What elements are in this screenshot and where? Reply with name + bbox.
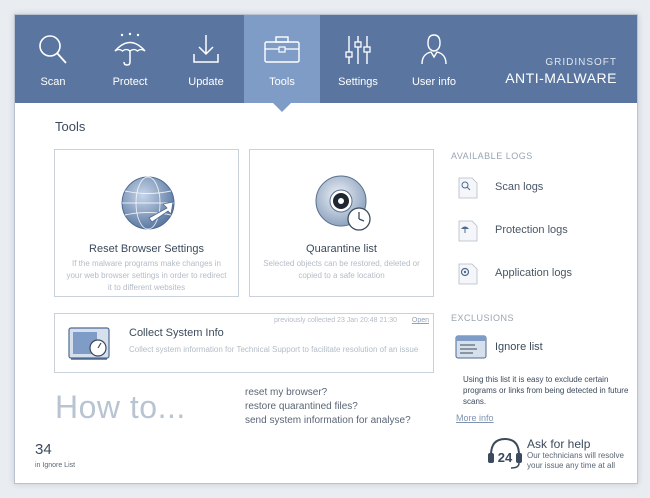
scan-logs-item[interactable]: Scan logs [457, 174, 627, 202]
nav-scan[interactable]: Scan [15, 15, 91, 103]
nav-protect[interactable]: Protect [92, 15, 168, 103]
application-logs-label: Application logs [495, 267, 573, 279]
brand-company: GRIDINSOFT [545, 57, 617, 68]
system-info-icon [68, 327, 110, 360]
how-to-heading: How to... [55, 389, 186, 425]
collect-system-info-card[interactable]: Collect System Info Collect system infor… [54, 313, 434, 373]
nav-settings[interactable]: Settings [320, 15, 396, 103]
nav-settings-label: Settings [338, 76, 378, 88]
available-logs-heading: AVAILABLE LOGS [451, 151, 533, 161]
nav-update-label: Update [188, 76, 224, 88]
nav-update[interactable]: Update [168, 15, 244, 103]
nav-scan-label: Scan [40, 76, 66, 88]
sliders-icon [345, 36, 371, 64]
quarantine-title: Quarantine list [306, 243, 377, 255]
scan-logs-label: Scan logs [495, 181, 544, 193]
exclusions-description: Using this list it is easy to exclude ce… [463, 375, 629, 406]
nav-tools-label: Tools [269, 76, 295, 88]
collect-previous-meta: previously collected 23 Jan 20:48 21:30 [274, 317, 397, 324]
ask-for-help-desc: Our technicians will resolve your issue … [527, 451, 624, 470]
howto-restore-quarantine-link[interactable]: restore quarantined files? [245, 401, 358, 412]
quarantine-desc: Selected objects can be restored, delete… [263, 259, 420, 280]
download-icon [193, 35, 219, 63]
reset-browser-desc: If the malware programs make changes in … [66, 259, 227, 292]
ignore-list-item[interactable]: Ignore list [455, 333, 635, 361]
reset-browser-card[interactable]: Reset Browser Settings If the malware pr… [54, 149, 239, 297]
ignore-count: 34 [35, 441, 52, 458]
ignore-list-icon [455, 335, 487, 359]
magnifier-icon [39, 35, 67, 64]
nav-tools[interactable]: Tools [244, 15, 320, 112]
collect-system-info-desc: Collect system information for Technical… [129, 345, 419, 354]
exclusions-heading: EXCLUSIONS [451, 313, 515, 323]
scan-log-icon [458, 177, 478, 199]
protection-logs-item[interactable]: Protection logs [457, 217, 627, 245]
top-navigation-bar: Scan Protect Update Tools Settings User … [15, 15, 637, 112]
user-icon [421, 34, 447, 65]
quarantine-disc-icon [315, 175, 371, 231]
nav-user-info-label: User info [411, 76, 457, 88]
umbrella-icon [114, 32, 146, 66]
collect-open-link[interactable]: Open [412, 317, 429, 324]
app-window: Scan Protect Update Tools Settings User … [14, 14, 638, 484]
support-badge-text: 24 [498, 450, 513, 465]
page-title: Tools [55, 119, 86, 134]
application-logs-item[interactable]: Application logs [457, 260, 627, 288]
quarantine-card[interactable]: Quarantine list Selected objects can be … [249, 149, 434, 297]
protection-log-icon [458, 220, 478, 242]
support-headset-icon[interactable]: 24 [485, 435, 525, 471]
ask-for-help-title[interactable]: Ask for help [527, 437, 590, 451]
protection-logs-label: Protection logs [495, 224, 568, 236]
nav-protect-label: Protect [112, 76, 148, 88]
brand-product: ANTI-MALWARE [505, 70, 617, 86]
reset-browser-title: Reset Browser Settings [89, 243, 204, 255]
briefcase-icon [264, 36, 300, 63]
ignore-list-label: Ignore list [495, 341, 543, 353]
howto-reset-browser-link[interactable]: reset my browser? [245, 387, 327, 398]
globe-icon [121, 176, 175, 230]
ignore-count-label: in Ignore List [35, 462, 76, 469]
collect-system-info-title: Collect System Info [129, 327, 224, 339]
application-log-icon [458, 263, 478, 285]
nav-user-info[interactable]: User info [396, 15, 472, 103]
howto-send-system-info-link[interactable]: send system information for analyse? [245, 415, 411, 426]
more-info-link[interactable]: More info [456, 413, 494, 423]
